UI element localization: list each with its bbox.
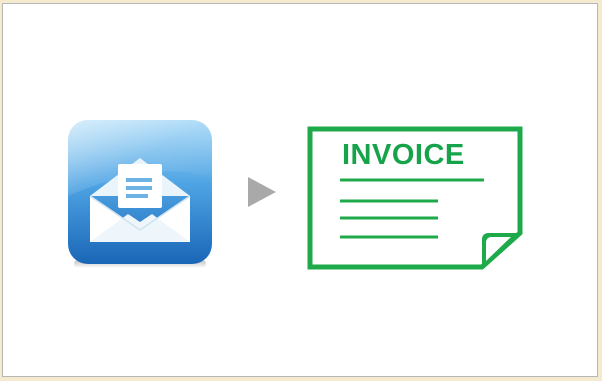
play-arrow-icon [248, 177, 276, 207]
envelope-icon [68, 120, 212, 268]
invoice-title: INVOICE [342, 139, 465, 171]
